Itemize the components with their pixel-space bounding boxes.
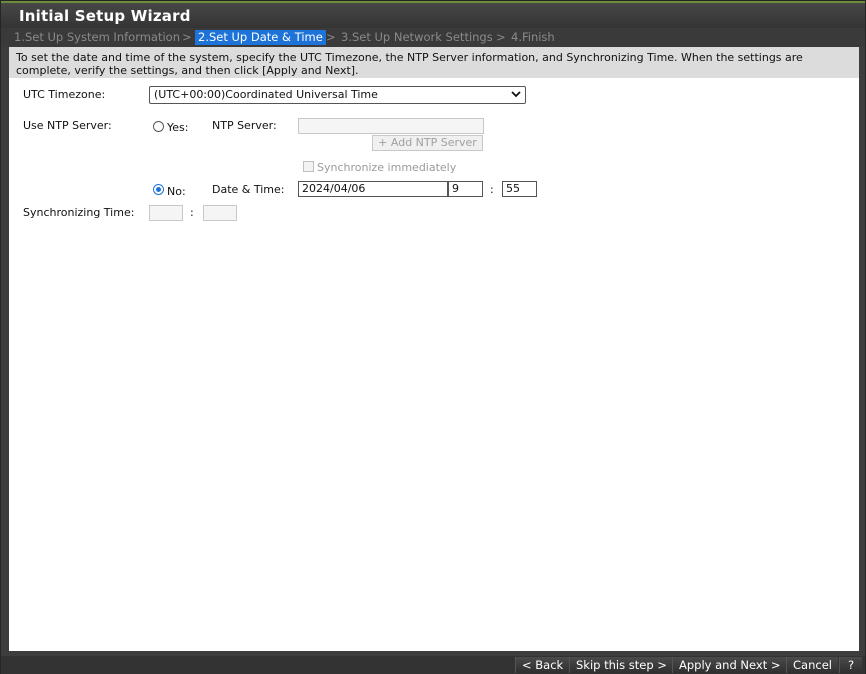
sync-time-colon: : [190,206,194,219]
sync-minute-input[interactable] [203,205,237,221]
utc-timezone-value: (UTC+00:00)Coordinated Universal Time [154,88,378,101]
wizard-footer: < Back Skip this step > Apply and Next >… [1,656,865,674]
help-icon[interactable]: ? [839,657,863,673]
cancel-button[interactable]: Cancel [786,657,838,673]
chevron-down-icon [511,91,521,98]
wizard-content: To set the date and time of the system, … [9,47,859,651]
step-network-settings: 3.Set Up Network Settings [341,30,493,44]
utc-timezone-label: UTC Timezone: [23,88,106,101]
time-colon: : [490,183,494,196]
wizard-window: Initial Setup Wizard 1.Set Up System Inf… [0,0,866,674]
use-ntp-label: Use NTP Server: [23,119,112,132]
step-finish: 4.Finish [511,30,555,44]
step-system-information: 1.Set Up System Information [14,30,180,44]
skip-step-button[interactable]: Skip this step > [569,657,673,673]
ntp-yes-label: Yes: [167,121,189,134]
ntp-no-radio[interactable] [153,184,164,195]
synchronizing-time-label: Synchronizing Time: [23,206,135,219]
step-separator: > [496,30,506,44]
step-separator: > [326,30,336,44]
add-ntp-server-button[interactable]: + Add NTP Server [372,135,483,151]
step-description: To set the date and time of the system, … [9,47,859,78]
hour-input[interactable]: 9 [448,181,483,197]
synchronize-immediately-label: Synchronize immediately [317,161,457,174]
utc-timezone-select[interactable]: (UTC+00:00)Coordinated Universal Time [149,86,526,104]
date-time-label: Date & Time: [212,183,285,196]
window-title: Initial Setup Wizard [19,7,191,25]
step-separator: > [182,30,192,44]
sync-hour-input[interactable] [149,205,183,221]
ntp-server-label: NTP Server: [212,119,277,132]
ntp-no-label: No: [167,185,186,198]
apply-and-next-button[interactable]: Apply and Next > [672,657,787,673]
back-button[interactable]: < Back [515,657,570,673]
ntp-yes-radio[interactable] [153,121,164,132]
ntp-server-input[interactable] [298,118,484,134]
minute-input[interactable]: 55 [502,181,537,197]
synchronize-immediately-checkbox[interactable] [303,161,314,172]
title-bar: Initial Setup Wizard [1,1,865,29]
step-date-time: 2.Set Up Date & Time [195,30,326,45]
date-input[interactable]: 2024/04/06 [298,181,448,197]
wizard-steps: 1.Set Up System Information > 2.Set Up D… [1,28,865,47]
